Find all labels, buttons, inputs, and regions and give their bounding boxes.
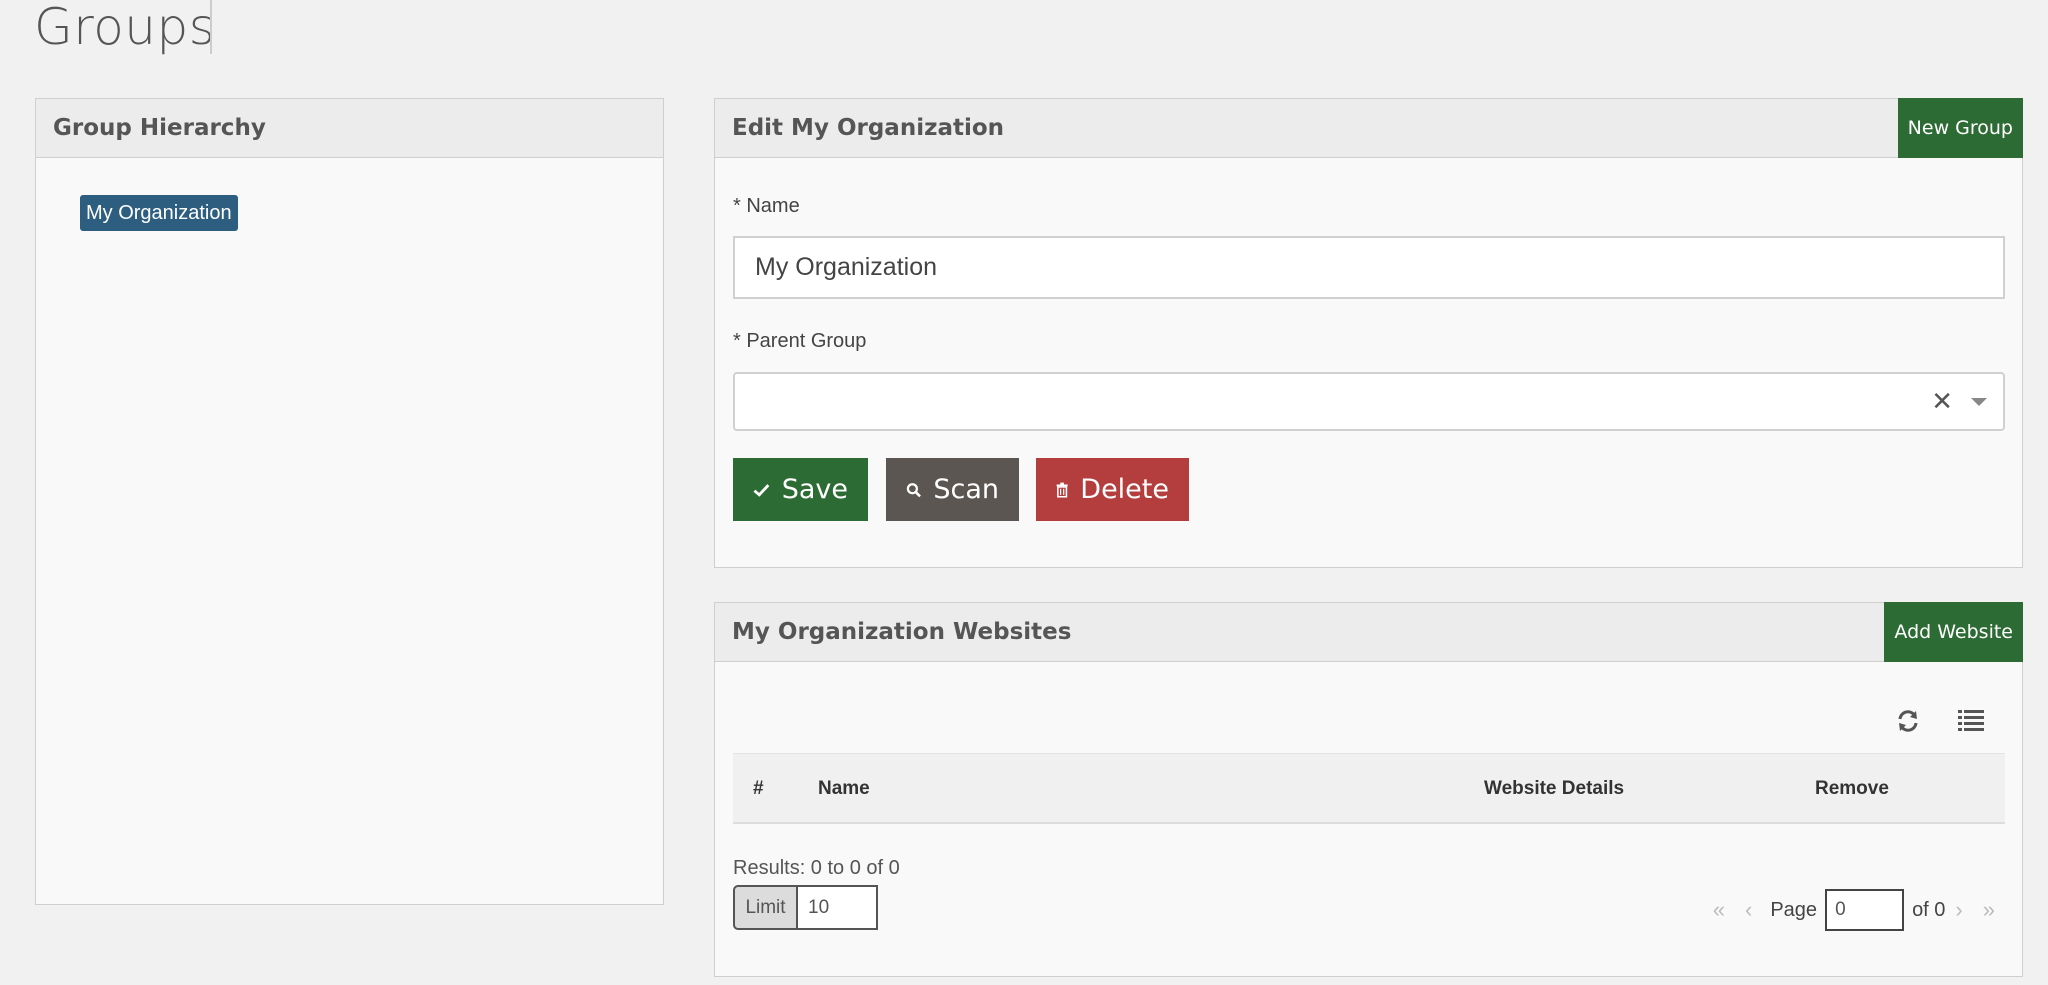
panel-title: Group Hierarchy xyxy=(53,115,266,141)
column-remove[interactable]: Remove xyxy=(1815,778,1889,800)
limit-input[interactable]: 10 xyxy=(798,885,878,930)
title-divider xyxy=(210,0,212,54)
parent-group-label: * Parent Group xyxy=(733,330,867,352)
name-input[interactable]: My Organization xyxy=(733,236,2005,299)
column-number[interactable]: # xyxy=(753,778,764,800)
limit-label: Limit xyxy=(733,885,798,930)
scan-label: Scan xyxy=(933,474,999,505)
limit-control: Limit 10 xyxy=(733,885,878,930)
prev-page-icon[interactable]: ‹ xyxy=(1745,897,1752,923)
tree-node-my-organization[interactable]: My Organization xyxy=(80,195,238,231)
check-icon xyxy=(753,483,770,497)
next-page-icon[interactable]: › xyxy=(1955,897,1962,923)
caret-down-icon[interactable] xyxy=(1971,398,1987,406)
trash-icon xyxy=(1056,482,1068,498)
last-page-icon[interactable]: » xyxy=(1983,897,1995,923)
save-label: Save xyxy=(781,474,848,505)
new-group-button[interactable]: New Group xyxy=(1897,98,2023,158)
add-website-button[interactable]: Add Website xyxy=(1884,602,2023,662)
page-input[interactable]: 0 xyxy=(1825,889,1905,931)
refresh-icon[interactable] xyxy=(1896,709,1920,733)
page-count: of 0 xyxy=(1912,898,1946,921)
scan-button[interactable]: Scan xyxy=(886,458,1019,521)
panel-title: My Organization Websites xyxy=(732,619,1072,645)
column-website-details[interactable]: Website Details xyxy=(1484,778,1624,800)
group-hierarchy-panel: Group Hierarchy My Organization xyxy=(35,98,664,905)
save-button[interactable]: Save xyxy=(733,458,868,521)
websites-panel: My Organization Websites Add Website # N… xyxy=(714,602,2023,977)
columns-list-icon[interactable] xyxy=(1958,709,1984,731)
panel-header: Group Hierarchy xyxy=(36,99,663,158)
first-page-icon[interactable]: « xyxy=(1713,897,1725,923)
page-label: Page xyxy=(1770,898,1818,921)
table-header: # Name Website Details Remove xyxy=(733,753,2005,824)
parent-group-select[interactable]: ✕ xyxy=(733,372,2005,431)
edit-group-panel: Edit My Organization New Group * Name My… xyxy=(714,98,2023,568)
name-label: * Name xyxy=(733,195,800,217)
delete-button[interactable]: Delete xyxy=(1036,458,1189,521)
search-icon xyxy=(906,482,921,497)
panel-header: My Organization Websites Add Website xyxy=(715,602,2023,662)
panel-title: Edit My Organization xyxy=(732,115,1005,141)
results-summary: Results: 0 to 0 of 0 xyxy=(733,857,900,879)
pagination: « ‹ Page 0 of 0 › » xyxy=(1703,889,2005,931)
page-title: Groups xyxy=(34,0,216,56)
panel-header: Edit My Organization New Group xyxy=(715,98,2023,158)
delete-label: Delete xyxy=(1080,474,1169,505)
column-name[interactable]: Name xyxy=(818,778,870,800)
clear-icon[interactable]: ✕ xyxy=(1931,386,1953,417)
